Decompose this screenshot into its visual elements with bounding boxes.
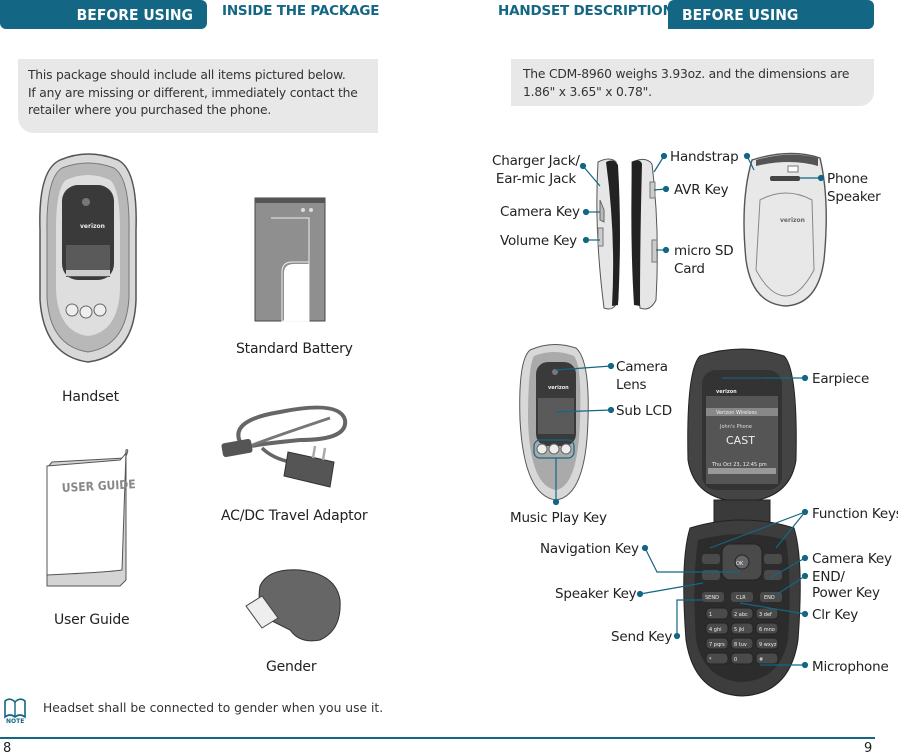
keypad-key-label: 8 tuv bbox=[734, 642, 747, 648]
keypad-key-label: 7 pqrs bbox=[709, 642, 725, 648]
handset-description-illustrations: verizon verizon Verizon Wireless John's … bbox=[519, 152, 827, 697]
label-send-key: Send Key bbox=[611, 629, 673, 645]
label-function-keys: Function Keys bbox=[812, 506, 898, 522]
keypad-key-label: 0 bbox=[734, 657, 737, 663]
label-line: Power Key bbox=[812, 585, 880, 601]
keypad-key-label: 3 def bbox=[759, 612, 772, 618]
clr-key-label: CLR bbox=[736, 595, 746, 601]
right-page-number: 9 bbox=[864, 741, 873, 756]
open-flip-phone-image: Verizon Wireless John's Phone CAST Thu O… bbox=[683, 348, 802, 697]
keypad-key-label: 5 jkl bbox=[734, 627, 744, 633]
side-view-right-image bbox=[631, 158, 658, 310]
label-micro-sd: micro SD Card bbox=[674, 242, 734, 278]
keypad-key-label: 6 mno bbox=[759, 627, 775, 633]
label-earpiece: Earpiece bbox=[812, 371, 870, 387]
label-line: Lens bbox=[616, 377, 647, 393]
label-avr-key: AVR Key bbox=[674, 182, 729, 198]
screen-datetime-text: Thu Oct 23, 12:45 pm bbox=[711, 462, 767, 468]
screen-owner-text: John's Phone bbox=[719, 424, 752, 430]
keypad-key-label: 2 abc bbox=[734, 612, 748, 618]
label-volume-key: Volume Key bbox=[500, 233, 577, 249]
keypad-key-label: 1 bbox=[709, 612, 712, 618]
screen-banner-text: Verizon Wireless bbox=[716, 410, 757, 416]
label-charger-jack: Charger Jack/ Ear-mic Jack bbox=[492, 152, 580, 188]
label-sub-lcd: Sub LCD bbox=[616, 403, 672, 419]
label-line: END/ bbox=[812, 569, 845, 585]
label-line: Ear-mic Jack bbox=[495, 171, 576, 187]
label-phone-speaker: Phone Speaker bbox=[827, 170, 881, 206]
label-front-camera-key: Camera Key bbox=[812, 551, 892, 567]
label-line: Camera bbox=[616, 359, 668, 375]
label-side-camera-key: Camera Key bbox=[500, 204, 580, 220]
side-view-left-image bbox=[596, 158, 620, 310]
keypad-key-label: 4 ghi bbox=[709, 627, 722, 633]
label-line: Phone bbox=[827, 171, 868, 187]
end-key-label: END bbox=[764, 595, 775, 601]
label-microphone: Microphone bbox=[812, 659, 889, 675]
label-camera-lens: Camera Lens bbox=[616, 358, 668, 394]
right-footer-rule bbox=[447, 737, 875, 739]
svg-text:verizon: verizon bbox=[548, 385, 569, 391]
label-clr-key: Clr Key bbox=[812, 607, 859, 623]
label-navigation-key: Navigation Key bbox=[540, 541, 639, 557]
label-speaker-key: Speaker Key bbox=[555, 586, 637, 602]
label-line: Card bbox=[674, 261, 705, 277]
label-line: Charger Jack/ bbox=[492, 153, 580, 169]
back-view-image: verizon bbox=[743, 152, 827, 307]
keypad-key-label: # bbox=[759, 657, 763, 663]
label-line: Speaker bbox=[827, 189, 881, 205]
label-end-power-key: END/ Power Key bbox=[812, 569, 880, 601]
label-line: micro SD bbox=[674, 243, 734, 259]
label-handstrap: Handstrap bbox=[670, 149, 739, 165]
label-music-play-key: Music Play Key bbox=[510, 510, 607, 526]
svg-text:verizon: verizon bbox=[780, 217, 805, 224]
screen-brand-text: CAST bbox=[726, 434, 755, 447]
ok-key-label: OK bbox=[736, 561, 744, 567]
closed-front-view-image: verizon bbox=[519, 344, 589, 501]
send-key-label: SEND bbox=[705, 595, 719, 601]
keypad-key-label: 9 wxyz bbox=[759, 642, 777, 648]
screen-carrier-text: verizon bbox=[716, 389, 737, 395]
